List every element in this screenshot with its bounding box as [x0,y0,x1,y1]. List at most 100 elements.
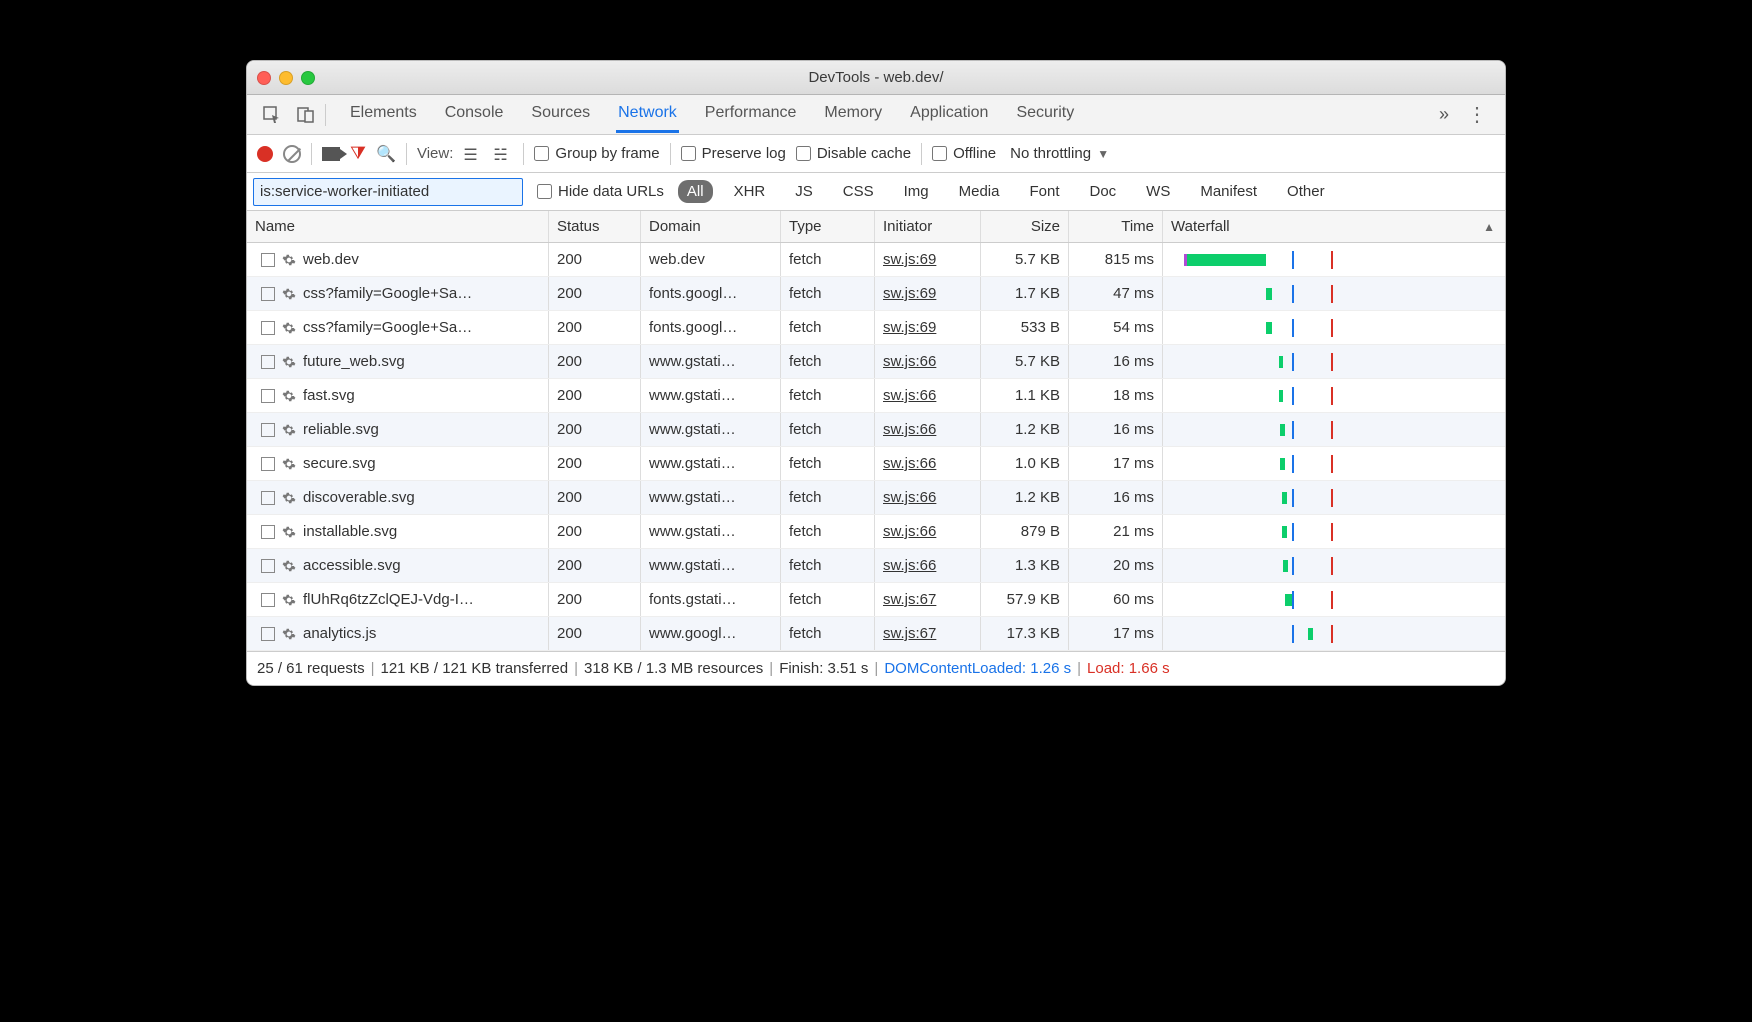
request-table: web.dev200web.devfetchsw.js:695.7 KB815 … [247,243,1505,651]
device-toggle-icon[interactable] [291,100,321,130]
request-domain: www.gstati… [641,379,781,412]
row-checkbox[interactable] [261,457,275,471]
request-status: 200 [549,447,641,480]
request-row[interactable]: future_web.svg200www.gstati…fetchsw.js:6… [247,345,1505,379]
request-row[interactable]: flUhRq6tzZclQEJ-Vdg-I…200fonts.gstati…fe… [247,583,1505,617]
col-name[interactable]: Name [247,211,549,242]
request-row[interactable]: secure.svg200www.gstati…fetchsw.js:661.0… [247,447,1505,481]
row-checkbox[interactable] [261,525,275,539]
type-filter-xhr[interactable]: XHR [725,180,775,203]
screenshot-icon[interactable] [322,147,340,161]
row-checkbox[interactable] [261,253,275,267]
request-waterfall [1163,481,1505,514]
tab-performance[interactable]: Performance [703,96,799,133]
request-time: 18 ms [1069,379,1163,412]
request-row[interactable]: accessible.svg200www.gstati…fetchsw.js:6… [247,549,1505,583]
col-domain[interactable]: Domain [641,211,781,242]
request-row[interactable]: discoverable.svg200www.gstati…fetchsw.js… [247,481,1505,515]
request-name: analytics.js [303,625,376,642]
request-status: 200 [549,413,641,446]
filter-input[interactable] [253,178,523,206]
inspect-icon[interactable] [257,100,287,130]
initiator-link[interactable]: sw.js:69 [883,319,936,336]
tab-sources[interactable]: Sources [529,96,592,133]
disable-cache-checkbox[interactable]: Disable cache [796,145,911,162]
more-tabs-icon[interactable]: » [1433,104,1455,125]
tab-memory[interactable]: Memory [822,96,884,133]
initiator-link[interactable]: sw.js:67 [883,591,936,608]
tab-elements[interactable]: Elements [348,96,419,133]
request-waterfall [1163,311,1505,344]
col-initiator[interactable]: Initiator [875,211,981,242]
row-checkbox[interactable] [261,423,275,437]
type-filter-img[interactable]: Img [895,180,938,203]
type-filter-manifest[interactable]: Manifest [1191,180,1266,203]
row-checkbox[interactable] [261,321,275,335]
kebab-menu-icon[interactable]: ⋮ [1459,102,1495,127]
request-row[interactable]: analytics.js200www.googl…fetchsw.js:6717… [247,617,1505,651]
initiator-link[interactable]: sw.js:69 [883,251,936,268]
initiator-link[interactable]: sw.js:66 [883,557,936,574]
request-domain: fonts.gstati… [641,583,781,616]
filter-icon[interactable]: ⧩ [350,143,366,164]
initiator-link[interactable]: sw.js:66 [883,421,936,438]
request-waterfall [1163,447,1505,480]
initiator-link[interactable]: sw.js:66 [883,455,936,472]
status-requests: 25 / 61 requests [257,660,365,677]
request-row[interactable]: reliable.svg200www.gstati…fetchsw.js:661… [247,413,1505,447]
initiator-link[interactable]: sw.js:66 [883,353,936,370]
tab-network[interactable]: Network [616,96,679,133]
group-by-frame-checkbox[interactable]: Group by frame [534,145,659,162]
tab-application[interactable]: Application [908,96,990,133]
request-status: 200 [549,549,641,582]
preserve-log-checkbox[interactable]: Preserve log [681,145,786,162]
type-filter-font[interactable]: Font [1020,180,1068,203]
col-size[interactable]: Size [981,211,1069,242]
request-status: 200 [549,311,641,344]
request-row[interactable]: installable.svg200www.gstati…fetchsw.js:… [247,515,1505,549]
row-checkbox[interactable] [261,559,275,573]
col-waterfall[interactable]: Waterfall▲ [1163,211,1505,242]
search-icon[interactable]: 🔍 [376,144,396,164]
row-checkbox[interactable] [261,593,275,607]
offline-checkbox[interactable]: Offline [932,145,996,162]
request-time: 17 ms [1069,447,1163,480]
overview-icon[interactable]: ☵ [493,145,513,163]
row-checkbox[interactable] [261,389,275,403]
col-time[interactable]: Time [1069,211,1163,242]
tab-console[interactable]: Console [443,96,506,133]
type-filter-media[interactable]: Media [950,180,1009,203]
record-icon[interactable] [257,146,273,162]
initiator-link[interactable]: sw.js:66 [883,489,936,506]
request-row[interactable]: css?family=Google+Sa…200fonts.googl…fetc… [247,311,1505,345]
type-filter-js[interactable]: JS [786,180,822,203]
initiator-link[interactable]: sw.js:66 [883,523,936,540]
request-row[interactable]: css?family=Google+Sa…200fonts.googl…fetc… [247,277,1505,311]
initiator-link[interactable]: sw.js:67 [883,625,936,642]
row-checkbox[interactable] [261,627,275,641]
request-row[interactable]: web.dev200web.devfetchsw.js:695.7 KB815 … [247,243,1505,277]
hide-data-urls-checkbox[interactable]: Hide data URLs [537,183,664,200]
request-size: 1.2 KB [981,481,1069,514]
panel-tabs: Elements Console Sources Network Performance… [348,96,1429,133]
type-filter-doc[interactable]: Doc [1080,180,1125,203]
row-checkbox[interactable] [261,287,275,301]
type-filter-css[interactable]: CSS [834,180,883,203]
type-filter-other[interactable]: Other [1278,180,1334,203]
large-rows-icon[interactable]: ☰ [463,145,483,163]
clear-icon[interactable] [283,145,301,163]
request-type: fetch [781,515,875,548]
col-type[interactable]: Type [781,211,875,242]
request-name: discoverable.svg [303,489,415,506]
initiator-link[interactable]: sw.js:69 [883,285,936,302]
col-status[interactable]: Status [549,211,641,242]
request-row[interactable]: fast.svg200www.gstati…fetchsw.js:661.1 K… [247,379,1505,413]
initiator-link[interactable]: sw.js:66 [883,387,936,404]
row-checkbox[interactable] [261,355,275,369]
type-filter-all[interactable]: All [678,180,713,203]
tab-security[interactable]: Security [1014,96,1076,133]
row-checkbox[interactable] [261,491,275,505]
type-filter-ws[interactable]: WS [1137,180,1179,203]
throttling-select[interactable]: No throttling ▼ [1010,145,1109,162]
view-label: View: [417,145,453,162]
